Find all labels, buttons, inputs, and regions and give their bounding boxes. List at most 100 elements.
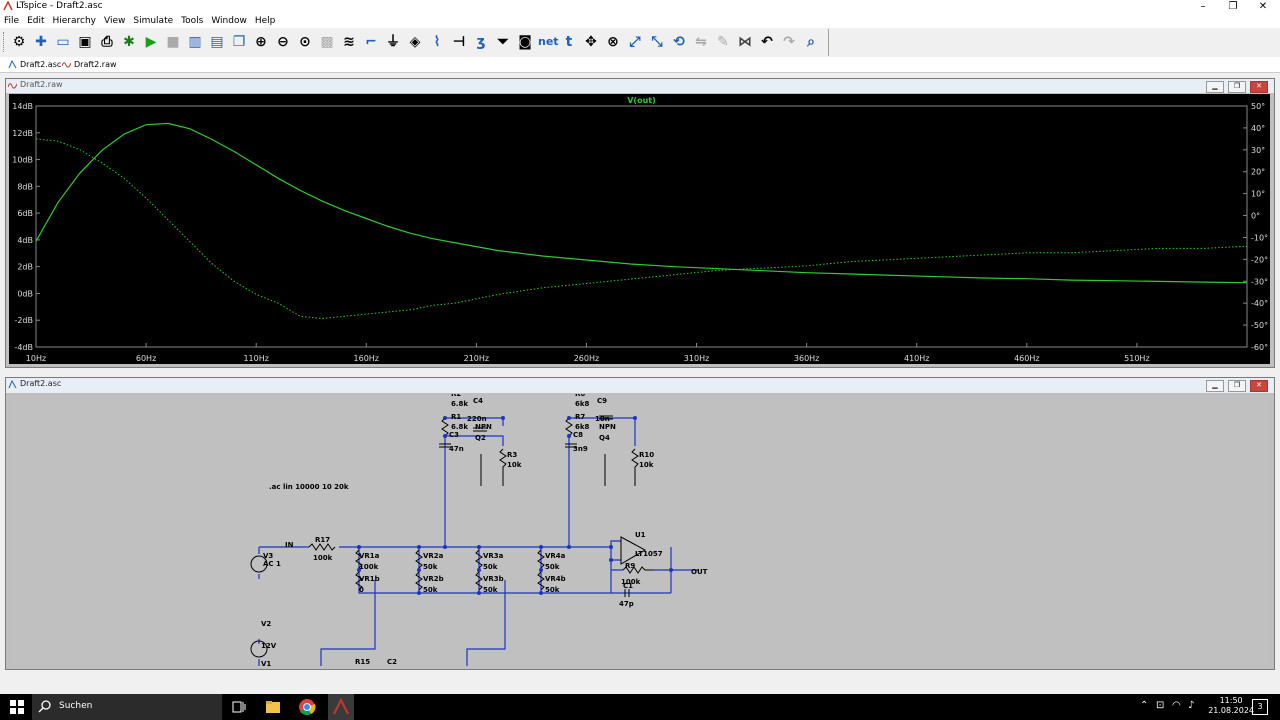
y-right-tick-label: 20° — [1251, 168, 1265, 177]
text-icon[interactable]: t — [560, 33, 578, 51]
label-c8-value: 3n9 — [573, 445, 588, 453]
y-right-tick-label: 30° — [1251, 146, 1265, 155]
chrome-icon[interactable] — [298, 698, 316, 716]
save-icon[interactable]: ▣ — [76, 33, 94, 51]
sim-directive[interactable]: .ac lin 10000 10 20k — [269, 483, 349, 491]
menu-file[interactable]: File — [0, 14, 23, 28]
close-button[interactable]: ✕ — [1250, 0, 1276, 14]
schem-minimize-button[interactable]: ▁ — [1206, 380, 1224, 392]
schem-restore-button[interactable]: ❐ — [1228, 380, 1246, 392]
label-vr4a: VR4a — [545, 552, 566, 560]
y-right-tick-label: 40° — [1251, 124, 1265, 133]
tile-horizontal-icon[interactable]: ▤ — [208, 33, 226, 51]
waveform-window: Draft2.raw ▁ ❐ ✕ V(out) 14dB 12dB 10dB 8dB 6d… — [5, 78, 1275, 368]
menu-edit[interactable]: Edit — [23, 14, 48, 28]
plot-close-button[interactable]: ✕ — [1250, 81, 1268, 93]
label-net-icon[interactable]: ◈ — [406, 33, 424, 51]
label-vr3a: VR3a — [483, 552, 504, 560]
new-schematic-icon[interactable]: ✚ — [32, 33, 50, 51]
label-v2: V2 — [261, 620, 271, 628]
zoom-out-icon[interactable]: ⊖ — [274, 33, 292, 51]
zoom-full-icon[interactable]: ▩ — [318, 33, 336, 51]
draw-icon[interactable]: ✎ — [714, 33, 732, 51]
run-icon[interactable]: ▶ — [142, 33, 160, 51]
y-left-tick-label: 6dB — [17, 209, 33, 218]
windows-start-icon[interactable] — [8, 698, 26, 716]
file-explorer-icon[interactable] — [264, 698, 282, 716]
menu-tools[interactable]: Tools — [177, 14, 207, 28]
schem-close-button[interactable]: ✕ — [1250, 380, 1268, 392]
bode-plot[interactable]: V(out) 14dB 12dB 10dB 8dB 6dB 4dB 2dB 0dB -2dB -4d… — [9, 94, 1270, 364]
copy-icon[interactable]: ⤢ — [626, 33, 644, 51]
clock-date: 21.08.2024 — [1208, 706, 1254, 715]
task-view-icon[interactable] — [230, 698, 248, 716]
ltspice-taskbar-button[interactable] — [328, 694, 354, 720]
tab-draft2-raw[interactable]: Draft2.raw — [60, 58, 120, 71]
minimize-button[interactable]: – — [1190, 0, 1216, 14]
tray-volume-icon[interactable]: ♪ — [1188, 700, 1194, 711]
tray-clock[interactable]: 11:50 21.08.2024 — [1208, 696, 1254, 716]
zoom-in-icon[interactable]: ⊕ — [252, 33, 270, 51]
resistor-icon[interactable]: ⌇ — [428, 33, 446, 51]
label-vr1a-value: 100k — [359, 563, 379, 571]
print-icon[interactable]: ⎙ — [98, 33, 116, 51]
menu-hierarchy[interactable]: Hierarchy — [49, 14, 101, 28]
find-icon[interactable]: ⌕ — [802, 33, 820, 51]
ground-icon[interactable]: ⏚ — [384, 33, 402, 51]
autorange-icon[interactable]: ≋ — [340, 33, 358, 51]
tray-chevron-icon[interactable]: ⌃ — [1140, 700, 1148, 711]
maximize-button[interactable]: ❐ — [1220, 0, 1246, 14]
tray-wifi-icon[interactable]: ◠ — [1172, 700, 1181, 711]
inductor-icon[interactable]: ʒ — [472, 33, 490, 51]
label-v3: V3 — [263, 552, 273, 560]
halt-icon[interactable]: ■ — [164, 33, 182, 51]
capacitor-icon[interactable]: ⊣ — [450, 33, 468, 51]
label-r1: R1 — [451, 413, 461, 421]
tray-network-icon[interactable]: ⊡ — [1156, 700, 1164, 711]
tab-draft2-asc[interactable]: Draft2.asc — [6, 58, 65, 71]
plot-minimize-button[interactable]: ▁ — [1206, 81, 1224, 93]
rotate-icon[interactable]: ⟲ — [670, 33, 688, 51]
flip-icon[interactable]: ⋈ — [736, 33, 754, 51]
menu-view[interactable]: View — [100, 14, 129, 28]
cascade-icon[interactable]: ❐ — [230, 33, 248, 51]
tile-vertical-icon[interactable]: ▥ — [186, 33, 204, 51]
plot-restore-button[interactable]: ❐ — [1228, 81, 1246, 93]
y-right-tick-label: 0° — [1251, 212, 1260, 221]
control-panel-icon[interactable]: ✱ — [120, 33, 138, 51]
schematic-canvas[interactable]: .ac lin 10000 10 20k R2 6.8k C4 220n R1 … — [9, 394, 1270, 666]
diode-icon[interactable]: ⏷ — [494, 33, 512, 51]
toolbar: ⚙ ✚ ▭ ▣ ⎙ ✱ ▶ ■ ▥ ▤ ❐ ⊕ ⊖ ⊙ ▩ ≋ ⌐ ⏚ ◈ ⌇ … — [0, 29, 829, 56]
toolbar-grip[interactable] — [3, 32, 7, 52]
taskbar-search-box[interactable]: Suchen — [32, 694, 222, 720]
open-folder-icon[interactable]: ▭ — [54, 33, 72, 51]
settings-gear-icon[interactable]: ⚙ — [10, 33, 28, 51]
tab-label: Draft2.asc — [20, 60, 62, 69]
magnitude-trace — [35, 122, 1248, 284]
menu-simulate[interactable]: Simulate — [129, 14, 177, 28]
wire-icon[interactable]: ⌐ — [362, 33, 380, 51]
y-right-tick-label: -10° — [1251, 233, 1268, 242]
plot-pane[interactable]: V(out) 14dB 12dB 10dB 8dB 6dB 4dB 2dB 0dB -2dB -4d… — [9, 94, 1270, 364]
label-vr3b: VR3b — [483, 575, 504, 583]
menu-window[interactable]: Window — [207, 14, 251, 28]
undo-icon[interactable]: ↶ — [758, 33, 776, 51]
schematic-drawing[interactable]: .ac lin 10000 10 20k R2 6.8k C4 220n R1 … — [9, 394, 1270, 666]
notification-center-button[interactable]: 3 — [1252, 699, 1268, 715]
label-c2: C2 — [387, 658, 397, 666]
net-name-icon[interactable]: net — [538, 33, 559, 51]
waveform-window-header[interactable]: Draft2.raw ▁ ❐ ✕ — [6, 79, 1274, 93]
redo-icon[interactable]: ↷ — [780, 33, 798, 51]
menu-help[interactable]: Help — [251, 14, 280, 28]
mirror-icon[interactable]: ⇋ — [692, 33, 710, 51]
move-icon[interactable]: ✥ — [582, 33, 600, 51]
label-r2: R2 — [451, 394, 461, 398]
label-c9-value: 10n — [595, 415, 610, 423]
component-icon[interactable]: ◙ — [516, 33, 534, 51]
drag-icon[interactable]: ⤡ — [648, 33, 666, 51]
zoom-fit-icon[interactable]: ⊙ — [296, 33, 314, 51]
label-vr4a-value: 50k — [545, 563, 560, 571]
label-c9: C9 — [597, 397, 607, 405]
delete-icon[interactable]: ⊗ — [604, 33, 622, 51]
schematic-window-header[interactable]: Draft2.asc ▁ ❐ ✕ — [6, 378, 1274, 393]
